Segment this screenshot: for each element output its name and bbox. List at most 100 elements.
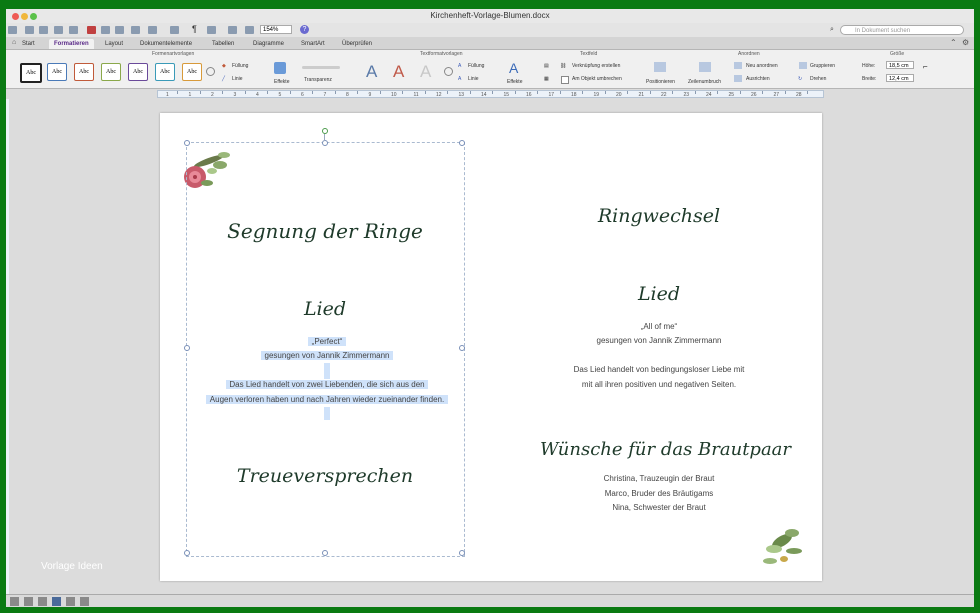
paste-icon[interactable] [115,26,124,34]
search-options-icon[interactable]: ⌕ [830,26,834,34]
focus-view-icon[interactable] [80,597,89,606]
rotate-button[interactable]: Drehen [810,76,826,82]
open-icon[interactable] [39,26,48,34]
help-icon[interactable]: ? [300,25,309,34]
text-style-a-red[interactable]: A [393,62,404,82]
effects-button[interactable]: Effekte [274,79,289,85]
text-line-button[interactable]: Linie [468,76,479,82]
vertical-ruler[interactable] [6,99,9,594]
right-song-title: „All of me“ [640,322,678,331]
publishing-view-icon[interactable] [38,597,47,606]
print-layout-view-icon[interactable] [52,597,61,606]
group-button[interactable]: Gruppieren [810,63,835,69]
format-painter-icon[interactable] [131,26,140,34]
collapse-ribbon-icon[interactable]: ⌃ [950,38,957,47]
ribbon: Formenartvorlagen Abc Abc Abc Abc Abc Ab… [6,50,974,89]
line-button[interactable]: Linie [232,76,243,82]
reorder-button[interactable]: Neu anordnen [746,63,778,69]
shape-style-5[interactable]: Abc [128,63,148,81]
shape-style-4[interactable]: Abc [101,63,121,81]
zoom-select[interactable]: 154% [260,25,292,34]
copy-icon[interactable] [101,26,110,34]
shape-style-2[interactable]: Abc [47,63,67,81]
fill-button[interactable]: Füllung [232,63,248,69]
draft-view-icon[interactable] [10,597,19,606]
notebook-view-icon[interactable] [66,597,75,606]
document-page[interactable]: Segnung der Ringe Lied „Perfect“ gesunge… [160,113,822,581]
line-icon[interactable]: ╱ [222,76,225,82]
text-direction-icon[interactable]: ▤ [544,63,549,69]
tab-dokumentelemente[interactable]: Dokumentelemente [135,39,197,49]
save-icon[interactable] [54,26,63,34]
align-icon[interactable] [734,75,742,82]
sidebar-icon[interactable] [207,26,216,34]
resize-handle-bottom[interactable] [322,550,328,556]
more-styles-icon[interactable] [206,67,215,76]
wrap-around-checkbox[interactable] [561,76,569,84]
tab-ueberpruefen[interactable]: Überprüfen [337,39,377,49]
outline-view-icon[interactable] [24,597,33,606]
resize-handle-top-right[interactable] [459,140,465,146]
resize-handle-left[interactable] [184,345,190,351]
search-input[interactable]: In Dokument suchen [840,25,964,35]
text-line-icon[interactable]: A [458,76,461,82]
selection-tail-highlight [324,407,330,420]
tab-tabellen[interactable]: Tabellen [207,39,239,49]
paragraph-marks-icon[interactable]: ¶ [192,24,197,34]
toolbox-icon[interactable] [228,26,237,34]
templates-icon[interactable] [25,26,34,34]
effects-icon[interactable] [274,62,286,74]
resize-handle-bottom-left[interactable] [184,550,190,556]
text-effects-button[interactable]: Effekte [507,79,522,85]
rotate-icon[interactable]: ↻ [798,76,802,82]
shape-style-6[interactable]: Abc [155,63,175,81]
link-icon[interactable]: ⛓ [560,63,566,69]
tab-diagramme[interactable]: Diagramme [248,39,289,49]
reorder-icon[interactable] [734,62,742,69]
text-effects-icon[interactable]: A [509,60,518,76]
tab-layout[interactable]: Layout [100,39,128,49]
transparency-slider[interactable] [302,66,340,69]
text-box-selection-frame[interactable] [186,142,465,557]
rotate-handle[interactable] [322,128,328,134]
tab-formatieren[interactable]: Formatieren [49,39,94,49]
tab-start[interactable]: Start [17,39,40,49]
ribbon-settings-icon[interactable]: ⚙ [962,38,969,47]
text-style-a-gray[interactable]: A [420,62,431,82]
shape-style-1[interactable]: Abc [20,63,42,83]
height-input[interactable]: 18,5 cm [886,61,914,69]
text-style-a-blue[interactable]: A [366,62,377,82]
text-fill-button[interactable]: Füllung [468,63,484,69]
ruler-number: 5 [278,92,282,98]
redo-icon[interactable] [170,26,179,34]
right-heading-wuensche: Wünsche für das Brautpaar [540,439,792,460]
crop-icon[interactable]: ⌐ [923,62,928,71]
link-create-button[interactable]: Verknüpfung erstellen [572,63,620,69]
text-fill-icon[interactable]: A [458,63,461,69]
align-button[interactable]: Ausrichten [746,76,770,82]
text-wrap-button[interactable]: Zeilenumbruch [688,79,721,85]
more-text-styles-icon[interactable] [444,67,453,76]
undo-icon[interactable] [148,26,157,34]
resize-handle-bottom-right[interactable] [459,550,465,556]
horizontal-ruler[interactable]: 1 1 2 3 4 5 6 7 8 9 10 11 12 13 14 15 16 17 18 19 20 21 22 23 24… [157,90,824,98]
print-icon[interactable] [69,26,78,34]
tab-smartart[interactable]: SmartArt [296,39,330,49]
shape-style-3[interactable]: Abc [74,63,94,81]
fill-icon[interactable]: ◆ [222,63,226,69]
ruler-number: 8 [346,92,349,98]
new-document-icon[interactable] [8,26,17,34]
text-wrap-icon[interactable] [699,62,711,72]
cut-icon[interactable] [87,26,96,34]
resize-handle-top[interactable] [322,140,328,146]
position-icon[interactable] [654,62,666,72]
position-button[interactable]: Positionieren [646,79,675,85]
text-align-icon[interactable]: ▦ [544,76,549,82]
group-icon[interactable] [799,62,807,69]
resize-handle-right[interactable] [459,345,465,351]
media-browser-icon[interactable] [245,26,254,34]
ruler-tick [469,91,471,94]
resize-handle-top-left[interactable] [184,140,190,146]
width-input[interactable]: 12,4 cm [886,74,914,82]
shape-style-7[interactable]: Abc [182,63,202,81]
